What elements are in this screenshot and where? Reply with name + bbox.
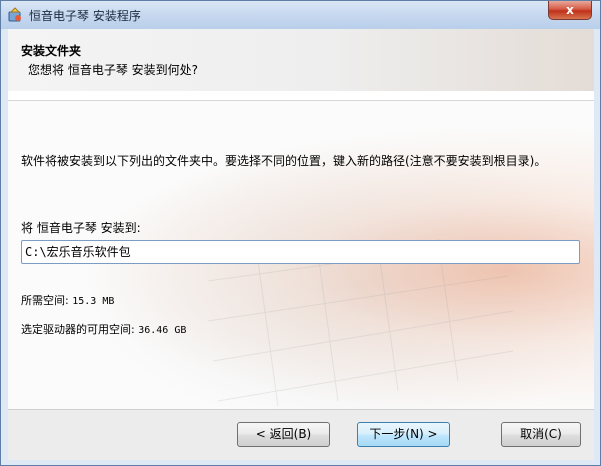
available-space-value: 36.46 GB (138, 325, 187, 336)
close-icon: x (566, 3, 574, 17)
wizard-header: 安装文件夹 您想将 恒音电子琴 安装到何处? (8, 29, 594, 91)
install-path-input[interactable]: C:\宏乐音乐软件包 (21, 240, 580, 264)
header-title: 安装文件夹 (21, 44, 82, 58)
title-bar[interactable]: 恒音电子琴 安装程序 x (1, 1, 600, 29)
install-location-label: 将 恒音电子琴 安装到: (21, 221, 141, 235)
required-space-label: 所需空间: (21, 294, 69, 307)
available-space-label: 选定驱动器的可用空间: (21, 323, 135, 336)
header-subtitle: 您想将 恒音电子琴 安装到何处? (28, 63, 198, 77)
cancel-button[interactable]: 取消(C) (501, 422, 581, 447)
window-title: 恒音电子琴 安装程序 (29, 9, 141, 23)
available-space-row: 选定驱动器的可用空间: 36.46 GB (21, 321, 186, 337)
installer-app-icon (7, 7, 23, 23)
installer-window: 恒音电子琴 安装程序 x 安装文件夹 您想将 恒音电子琴 安装到何处? 软件将被… (0, 0, 601, 466)
required-space-row: 所需空间: 15.3 MB (21, 292, 114, 308)
required-space-value: 15.3 MB (72, 296, 115, 307)
description-text: 软件将被安装到以下列出的文件夹中。要选择不同的位置，键入新的路径(注意不要安装到… (21, 154, 547, 168)
button-bar: < 返回(B) 下一步(N) > 取消(C) (8, 409, 594, 460)
close-button[interactable]: x (548, 1, 592, 20)
client-area: 安装文件夹 您想将 恒音电子琴 安装到何处? 软件将被安装到以下列出的文件夹中。… (8, 29, 594, 460)
back-button[interactable]: < 返回(B) (237, 422, 330, 447)
next-button[interactable]: 下一步(N) > (357, 422, 450, 447)
